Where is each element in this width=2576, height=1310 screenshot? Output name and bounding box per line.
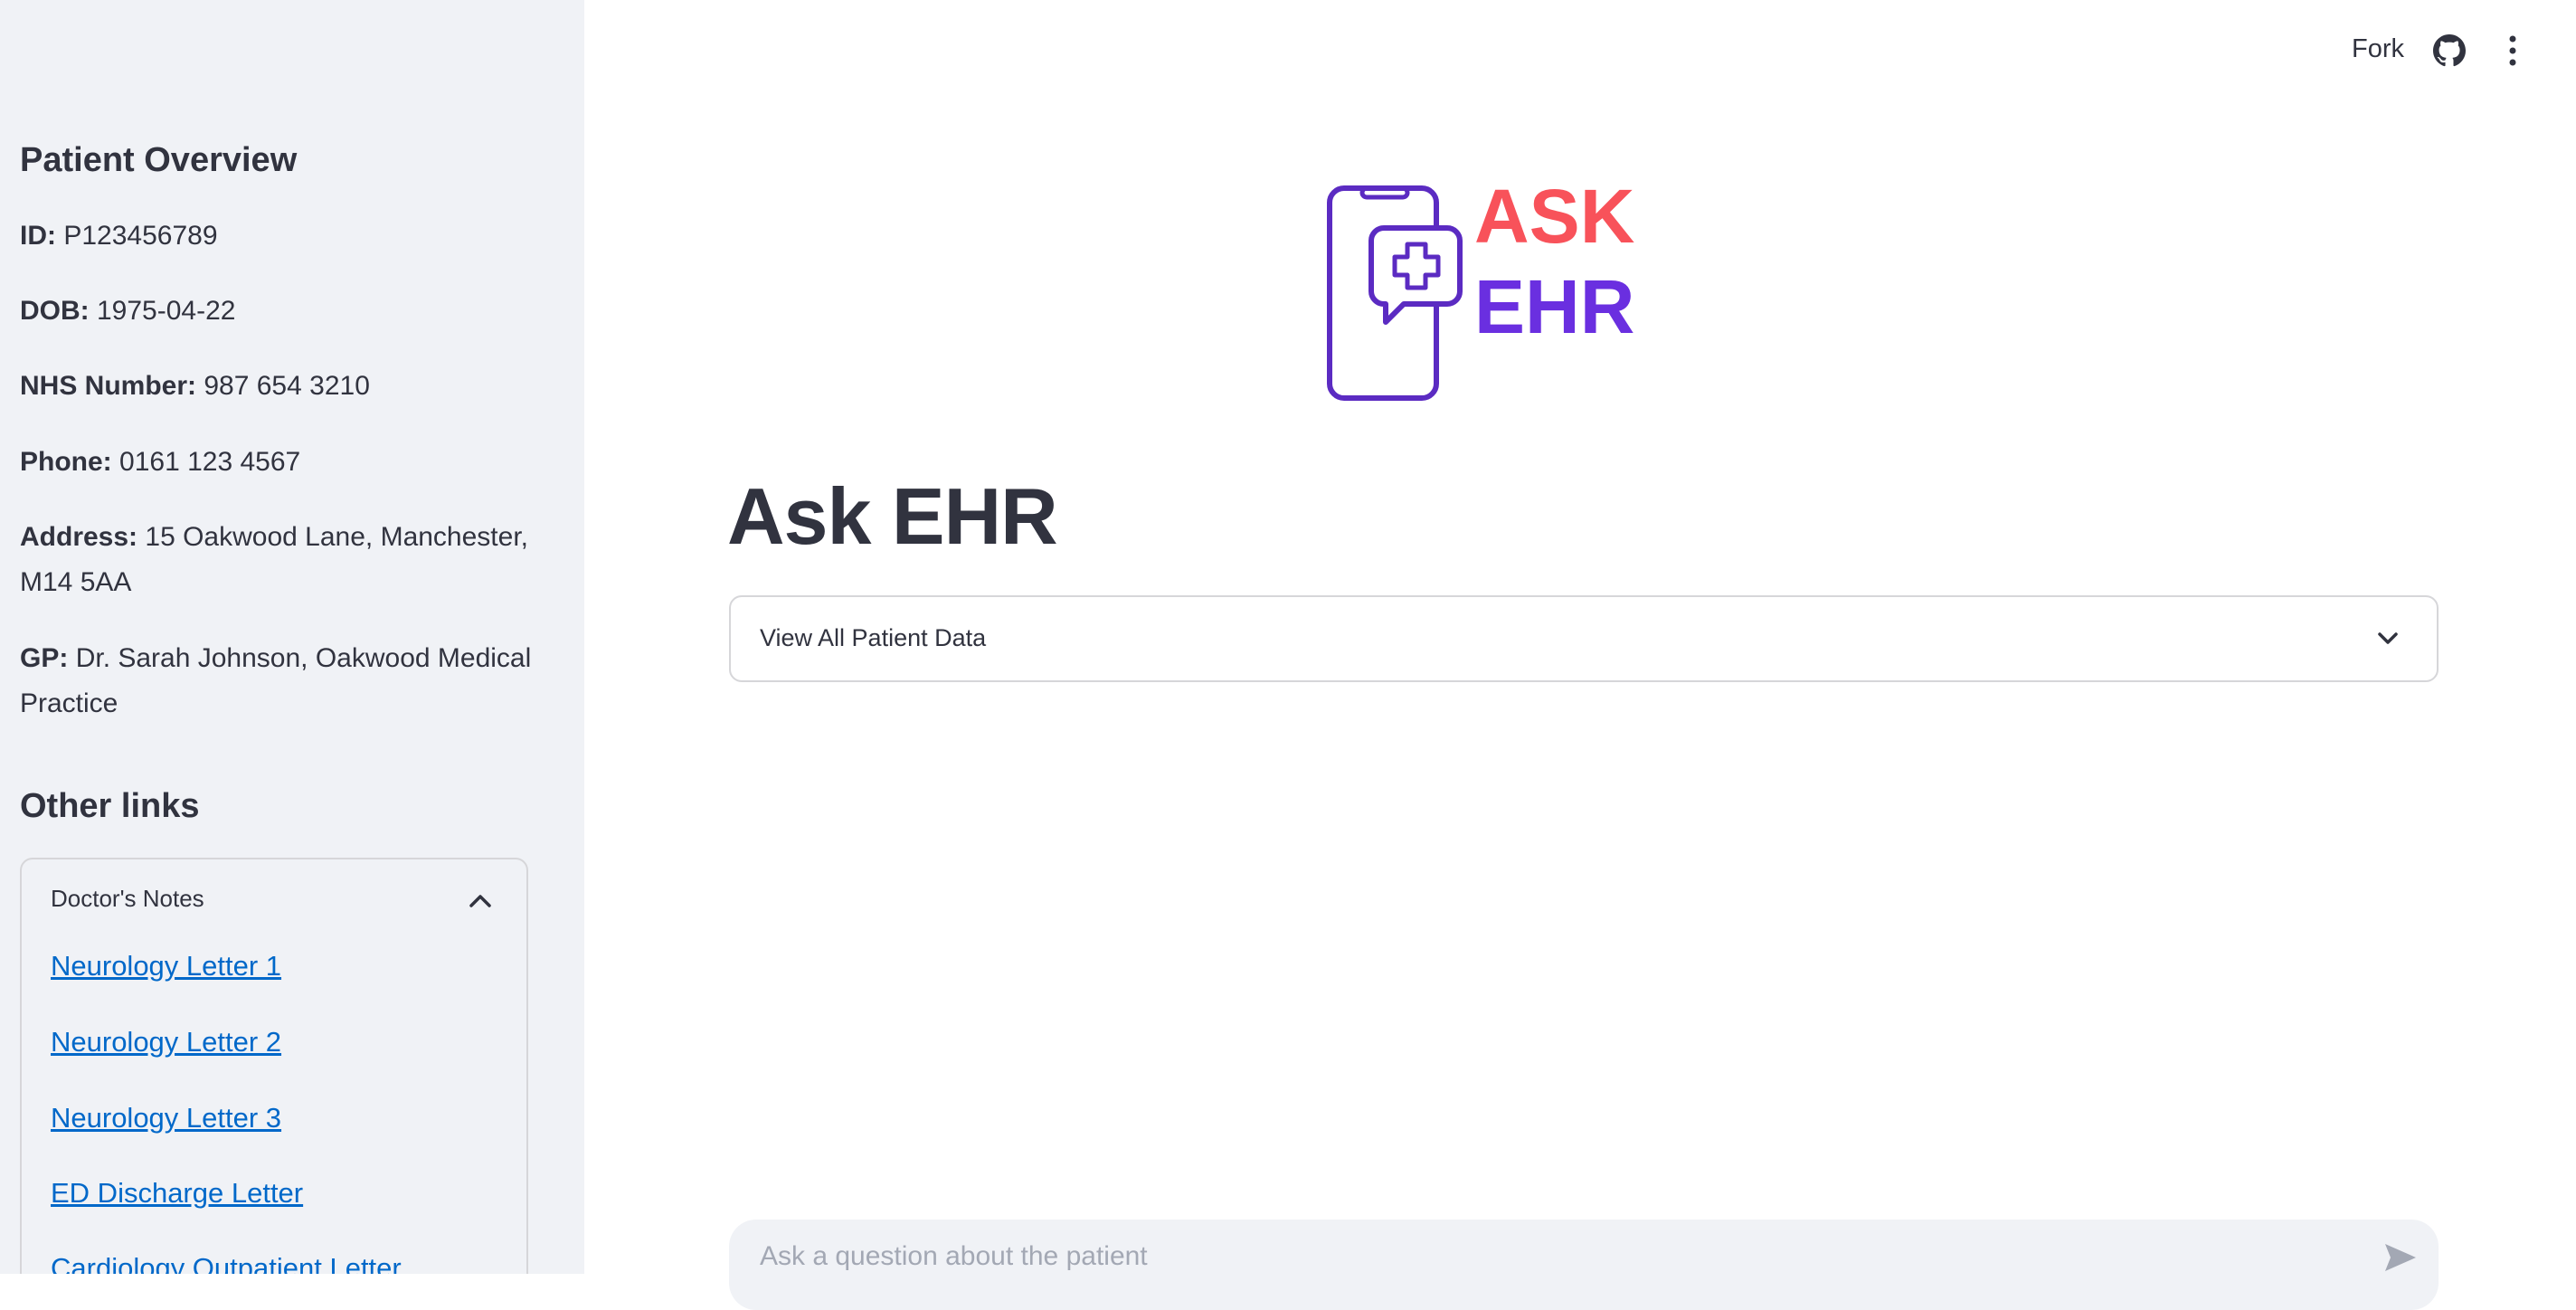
- patient-overview-heading: Patient Overview: [20, 141, 298, 179]
- ask-ehr-logo: ASK EHR: [1327, 174, 1634, 401]
- link-neurology-letter-2[interactable]: Neurology Letter 2: [51, 1026, 281, 1058]
- chevron-down-icon: [2378, 632, 2398, 644]
- patient-nhs-number: NHS Number: 987 654 3210: [20, 371, 370, 401]
- link-neurology-letter-1[interactable]: Neurology Letter 1: [51, 950, 281, 982]
- svg-text:EHR: EHR: [1474, 264, 1634, 349]
- svg-text:ASK: ASK: [1474, 174, 1634, 259]
- sidebar: Patient Overview ID: P123456789 DOB: 197…: [0, 0, 584, 1274]
- chevron-up-icon[interactable]: [469, 892, 492, 908]
- github-icon[interactable]: [2433, 34, 2466, 67]
- kebab-menu-icon[interactable]: [2504, 33, 2522, 69]
- fork-button[interactable]: Fork: [2352, 34, 2404, 64]
- chat-input-bar: [729, 1220, 2439, 1310]
- patient-id: ID: P123456789: [20, 221, 218, 251]
- send-icon[interactable]: [2382, 1241, 2419, 1274]
- page-title: Ask EHR: [727, 471, 1058, 561]
- doctors-notes-toggle[interactable]: Doctor's Notes: [51, 885, 204, 913]
- chat-input[interactable]: [758, 1238, 2344, 1276]
- other-links-heading: Other links: [20, 787, 200, 825]
- link-neurology-letter-3[interactable]: Neurology Letter 3: [51, 1102, 281, 1134]
- link-ed-discharge-letter[interactable]: ED Discharge Letter: [51, 1177, 303, 1210]
- patient-address: Address: 15 Oakwood Lane, Manchester, M1…: [20, 522, 528, 597]
- view-all-patient-data-expander[interactable]: View All Patient Data: [729, 595, 2439, 682]
- doctors-notes-expander: Doctor's Notes Neurology Letter 1 Neurol…: [20, 858, 528, 1274]
- expander-label: View All Patient Data: [760, 624, 987, 651]
- patient-dob: DOB: 1975-04-22: [20, 296, 236, 326]
- link-cardiology-outpatient-letter[interactable]: Cardiology Outpatient Letter: [51, 1252, 402, 1274]
- patient-gp: GP: Dr. Sarah Johnson, Oakwood Medical P…: [20, 643, 532, 718]
- patient-phone: Phone: 0161 123 4567: [20, 447, 301, 477]
